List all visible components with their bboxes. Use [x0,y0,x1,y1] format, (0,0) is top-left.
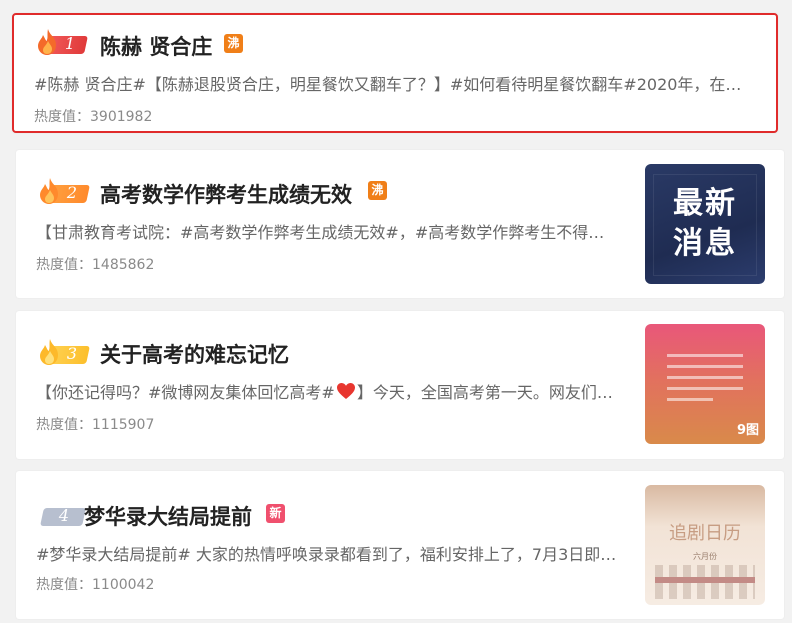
heat-value: 热度值：1115907 [36,417,155,433]
description-text-end: 】今天，全国高考第一天。网友们… [356,383,613,402]
drama-calendar-thumbnail[interactable]: 追剧日历 六月份 [645,485,765,605]
rank-number: 3 [66,344,78,363]
rank-number: 1 [64,34,76,53]
hot-item-2[interactable]: 2 高考数学作弊考生成绩无效 沸 【甘肃教育考试院：#高考数学作弊考生成绩无效#… [16,150,784,298]
heat-value: 热度值：1100042 [36,577,155,593]
thumbnail-line [667,398,713,401]
thumbnail-line [667,387,743,390]
rank-badge-2: 2 [36,178,92,204]
rank-number: 2 [66,183,78,202]
hot-tag: 沸 [224,34,243,53]
item-title[interactable]: 关于高考的难忘记忆 [100,339,289,369]
thumbnail-line [667,354,743,357]
news-thumbnail[interactable]: 最新 消息 [645,164,765,284]
item-title[interactable]: 梦华录大结局提前 [84,501,252,531]
description-text-start: 【你还记得吗？#微博网友集体回忆高考# [36,383,335,402]
calendar-title: 追剧日历 [669,523,741,544]
thumbnail-headline-2: 消息 [673,226,737,261]
calendar-month: 六月份 [693,552,717,561]
hot-item-4[interactable]: 4 梦华录大结局提前 新 #梦华录大结局提前# 大家的热情呼唤录录都看到了，福利… [16,471,784,619]
item-description[interactable]: 【你还记得吗？#微博网友集体回忆高考# 】今天，全国高考第一天。网友们… [36,379,634,403]
thumbnail-text-lines [667,354,743,401]
item-title[interactable]: 陈赫 贤合庄 [100,31,212,61]
rank-badge-3: 3 [36,339,92,365]
image-thumbnail[interactable]: 9图 [645,324,765,444]
hot-tag: 沸 [368,181,387,200]
item-description[interactable]: #陈赫 贤合庄#【陈赫退股贤合庄，明星餐饮又翻车了？】#如何看待明星餐饮翻车#2… [34,71,759,95]
item-title[interactable]: 高考数学作弊考生成绩无效 [100,179,352,209]
rank-number: 4 [58,506,70,525]
hot-item-1[interactable]: 1 陈赫 贤合庄 沸 #陈赫 贤合庄#【陈赫退股贤合庄，明星餐饮又翻车了？】#如… [12,13,778,133]
heat-value: 热度值：1485862 [36,257,155,273]
calendar-highlight-bar [655,577,755,583]
thumbnail-line [667,365,743,368]
thumbnail-headline-1: 最新 [673,186,737,221]
rank-badge-1: 1 [34,29,90,55]
item-description[interactable]: #梦华录大结局提前# 大家的热情呼唤录录都看到了，福利安排上了，7月3日即… [36,541,634,565]
thumbnail-line [667,376,743,379]
hot-item-3[interactable]: 3 关于高考的难忘记忆 【你还记得吗？#微博网友集体回忆高考# 】今天，全国高考第… [16,311,784,459]
new-tag: 新 [266,504,285,523]
heart-emoji-icon [336,383,355,399]
heat-value: 热度值：3901982 [34,109,153,125]
image-count-badge: 9图 [736,423,759,438]
item-description[interactable]: 【甘肃教育考试院：#高考数学作弊考生成绩无效#，#高考数学作弊考生不得… [36,219,624,243]
